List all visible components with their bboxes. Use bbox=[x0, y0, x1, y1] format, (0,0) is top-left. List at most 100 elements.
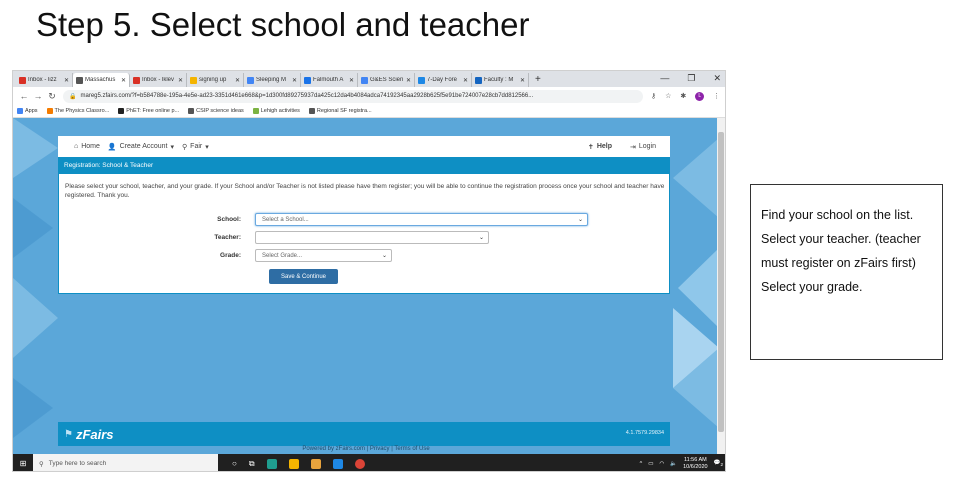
menu-icon[interactable]: ⋮ bbox=[713, 92, 720, 100]
powered-by-links[interactable]: Powered by zFairs.com | Privacy | Terms … bbox=[13, 446, 719, 454]
nav-help[interactable]: ✝ Help bbox=[588, 143, 612, 151]
close-tab-icon[interactable]: ✕ bbox=[121, 77, 126, 84]
close-tab-icon[interactable]: ✕ bbox=[406, 77, 411, 84]
browser-tab[interactable]: Falmouth A ✕ bbox=[301, 73, 358, 87]
bookmark-label: Apps bbox=[25, 108, 38, 114]
close-icon[interactable]: ✕ bbox=[713, 73, 721, 84]
bookmark-item[interactable]: The Physics Classro... bbox=[46, 108, 110, 114]
teacher-label: Teacher: bbox=[214, 234, 241, 241]
school-select[interactable]: Select a School... ⌄ bbox=[255, 213, 588, 226]
edge-icon[interactable] bbox=[266, 458, 277, 469]
help-icon: ✝ bbox=[587, 143, 594, 151]
extensions-icon[interactable]: ✱ bbox=[680, 92, 686, 100]
minimize-icon[interactable]: — bbox=[660, 73, 669, 84]
graduation-cap-icon: ⚑ bbox=[64, 428, 73, 440]
browser-tab[interactable]: G&ES Scien ✕ bbox=[358, 73, 415, 87]
url-bar[interactable]: 🔒 mareg5.zfairs.com/?f=b584788e-195a-4e5… bbox=[63, 89, 643, 103]
section-header: Registration: School & Teacher bbox=[58, 157, 670, 174]
clock[interactable]: 11:56 AM 10/6/2020 bbox=[683, 457, 707, 471]
close-tab-icon[interactable]: ✕ bbox=[178, 77, 183, 84]
add-user-icon: 👤 bbox=[107, 143, 117, 151]
school-label: School: bbox=[217, 216, 241, 223]
bookmark-item[interactable]: CSIP science ideas bbox=[188, 108, 244, 114]
window-controls: — ❐ ✕ bbox=[660, 73, 721, 84]
zfairs-logo: ⚑ zFairs bbox=[64, 426, 114, 442]
maximize-icon[interactable]: ❐ bbox=[687, 73, 695, 84]
bookmark-label: Regional SF registra... bbox=[316, 108, 372, 114]
home-icon: ⌂ bbox=[74, 143, 79, 150]
browser-tab[interactable]: Sleeping M ✕ bbox=[244, 73, 301, 87]
browser-tab[interactable]: Inbox - lklev ✕ bbox=[130, 73, 187, 87]
scrollbar-thumb[interactable] bbox=[718, 132, 724, 432]
grade-row: Grade: Select Grade... ⌄ bbox=[59, 249, 392, 262]
chevron-down-icon: ⌄ bbox=[478, 235, 484, 241]
bookmark-item[interactable]: Lehigh activities bbox=[252, 108, 300, 114]
battery-icon[interactable]: ▭ bbox=[648, 461, 653, 467]
scrollbar[interactable] bbox=[717, 118, 725, 454]
teacher-select[interactable]: ⌄ bbox=[255, 231, 489, 244]
notification-icon[interactable]: 💬2 bbox=[714, 460, 723, 467]
tab-label: Sleeping M bbox=[256, 77, 287, 83]
caret-down-icon: ▾ bbox=[205, 143, 209, 151]
forward-icon[interactable]: → bbox=[31, 91, 45, 101]
browser-tab[interactable]: signing up ✕ bbox=[187, 73, 244, 87]
globe-icon bbox=[76, 76, 83, 84]
browser-tab[interactable]: Massachus ✕ bbox=[73, 73, 130, 87]
file-explorer-icon[interactable] bbox=[288, 458, 299, 469]
browser-tab[interactable]: Inbox - lizz ✕ bbox=[16, 73, 73, 87]
page-viewport: ⌂ Home 👤 Create Account ▾ ⚲ Fair ▾ ✝ Help ⇥ Log… bbox=[13, 118, 719, 454]
cortana-icon[interactable]: ○ bbox=[232, 459, 237, 468]
gmail-icon bbox=[19, 76, 26, 84]
mail-icon[interactable] bbox=[332, 458, 343, 469]
grade-select[interactable]: Select Grade... ⌄ bbox=[255, 249, 392, 262]
store-icon[interactable] bbox=[310, 458, 321, 469]
nav-fair[interactable]: ⚲ Fair ▾ bbox=[182, 143, 209, 151]
caret-down-icon: ▾ bbox=[170, 143, 175, 151]
key-icon[interactable]: ⚷ bbox=[651, 92, 656, 100]
nav-home[interactable]: ⌂ Home bbox=[74, 143, 100, 150]
chevron-up-icon[interactable]: ^ bbox=[640, 461, 643, 467]
wifi-icon[interactable]: ◠ bbox=[659, 461, 664, 467]
reload-icon[interactable]: ↻ bbox=[45, 91, 59, 102]
close-tab-icon[interactable]: ✕ bbox=[349, 77, 354, 84]
close-tab-icon[interactable]: ✕ bbox=[463, 77, 468, 84]
site-footer: ⚑ zFairs 4.1.7579.29834 bbox=[58, 422, 670, 446]
nav-create-account[interactable]: 👤 Create Account ▾ bbox=[108, 143, 174, 151]
chrome-icon[interactable] bbox=[354, 458, 365, 469]
close-tab-icon[interactable]: ✕ bbox=[235, 77, 240, 84]
taskbar-search[interactable]: ⚲ Type here to search bbox=[33, 454, 218, 471]
volume-icon[interactable]: 🔈 bbox=[670, 461, 677, 467]
bookmarks-bar: Apps The Physics Classro... PhET: Free onl… bbox=[13, 105, 725, 118]
nav-login[interactable]: ⇥ Login bbox=[630, 143, 656, 151]
back-icon[interactable]: ← bbox=[17, 91, 31, 101]
gmail-icon bbox=[133, 76, 140, 84]
school-row: School: Select a School... ⌄ bbox=[59, 213, 588, 226]
close-tab-icon[interactable]: ✕ bbox=[64, 77, 69, 84]
bookmark-item[interactable]: Regional SF registra... bbox=[308, 108, 372, 114]
bookmark-item[interactable]: PhET: Free online p... bbox=[118, 108, 179, 114]
slides-icon bbox=[190, 76, 197, 84]
tab-label: G&ES Scien bbox=[370, 77, 404, 83]
avatar[interactable]: L bbox=[695, 91, 705, 101]
bookmark-favicon-icon bbox=[118, 108, 125, 114]
login-icon: ⇥ bbox=[629, 143, 636, 151]
close-tab-icon[interactable]: ✕ bbox=[292, 77, 297, 84]
chevron-down-icon: ⌄ bbox=[577, 217, 583, 223]
close-tab-icon[interactable]: ✕ bbox=[520, 77, 525, 84]
bookmark-item[interactable]: Apps bbox=[17, 108, 38, 114]
instructions-text: Please select your school, teacher, and … bbox=[65, 183, 665, 199]
save-continue-button[interactable]: Save & Continue bbox=[269, 269, 338, 284]
tab-strip: Inbox - lizz ✕ Massachus ✕ Inbox - lklev ✕ sig… bbox=[13, 71, 725, 87]
windows-start-icon[interactable]: ⊞ bbox=[13, 459, 33, 468]
docs-icon bbox=[247, 76, 254, 84]
faculty-icon bbox=[475, 76, 482, 84]
browser-screenshot: Inbox - lizz ✕ Massachus ✕ Inbox - lklev ✕ sig… bbox=[12, 70, 726, 472]
bookmark-label: The Physics Classro... bbox=[54, 108, 110, 114]
new-tab-button[interactable]: + bbox=[529, 73, 547, 87]
bookmark-label: PhET: Free online p... bbox=[126, 108, 180, 114]
star-icon[interactable]: ☆ bbox=[665, 92, 671, 100]
slide: Step 5. Select school and teacher Inbox … bbox=[0, 0, 956, 481]
browser-tab[interactable]: 7-Day Fore ✕ bbox=[415, 73, 472, 87]
task-view-icon[interactable]: ⧉ bbox=[249, 459, 255, 469]
browser-tab[interactable]: Faculty : M ✕ bbox=[472, 73, 529, 87]
